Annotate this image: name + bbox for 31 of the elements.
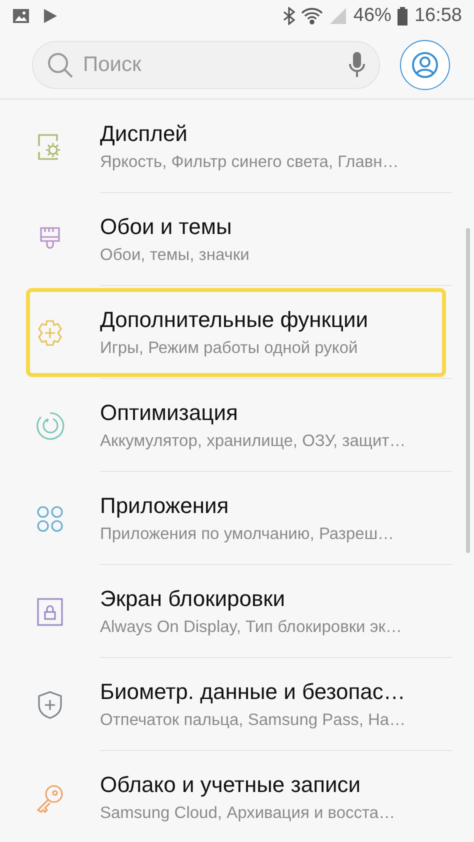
- profile-button[interactable]: [400, 40, 450, 90]
- clock-time: 16:58: [414, 5, 462, 27]
- wifi-icon: [301, 7, 324, 25]
- setting-subtitle: Samsung Cloud, Архивация и восста…: [100, 804, 396, 822]
- play-triangle-icon: [42, 8, 58, 24]
- microphone-icon[interactable]: [349, 52, 365, 78]
- setting-title[interactable]: Экран блокировки: [100, 586, 452, 612]
- setting-title[interactable]: Дисплей: [100, 120, 452, 146]
- setting-title[interactable]: Приложения: [100, 492, 452, 518]
- battery-icon: [397, 6, 408, 26]
- search-icon: [47, 52, 73, 78]
- setting-subtitle: Always On Display, Тип блокировки эк…: [100, 618, 403, 636]
- setting-subtitle: Яркость, Фильтр синего света, Главн…: [100, 152, 400, 172]
- setting-subtitle: Обои, темы, значки: [100, 246, 250, 264]
- battery-percent: 46%: [353, 5, 392, 27]
- profile-icon: [412, 52, 438, 78]
- bluetooth-icon: [283, 7, 296, 25]
- setting-subtitle: Игры, Режим работы одной рукой: [100, 338, 359, 358]
- search-input[interactable]: Поиск: [81, 52, 341, 78]
- signal-icon: [329, 7, 348, 25]
- setting-title[interactable]: Оптимизация: [100, 400, 452, 426]
- setting-subtitle: Отпечаток пальца, Samsung Pass, На…: [100, 710, 407, 730]
- gallery-icon: [12, 8, 30, 24]
- setting-subtitle: Приложения по умолчанию, Разреш…: [100, 524, 396, 544]
- search-bar[interactable]: Поиск: [32, 41, 380, 89]
- setting-title[interactable]: Дополнительные функции: [100, 306, 452, 332]
- setting-subtitle: Аккумулятор, хранилище, ОЗУ, защит…: [100, 432, 407, 450]
- setting-title[interactable]: Обои и темы: [100, 214, 452, 240]
- scrollbar[interactable]: [466, 228, 470, 553]
- setting-title[interactable]: Биометр. данные и безопас…: [100, 678, 452, 704]
- setting-title[interactable]: Облако и учетные записи: [100, 772, 452, 798]
